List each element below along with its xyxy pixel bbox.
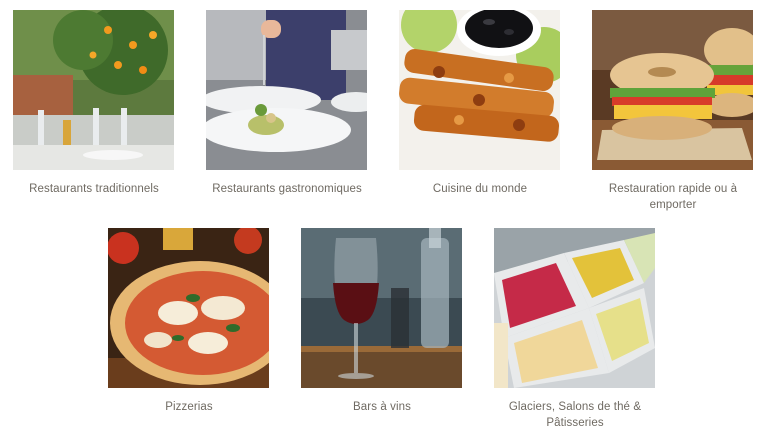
chef-plating-photo[interactable] [206, 10, 367, 170]
category-label[interactable]: Restauration rapide ou à emporter [586, 181, 760, 213]
category-label[interactable]: Restaurants traditionnels [7, 181, 181, 197]
category-label[interactable]: Cuisine du monde [393, 181, 567, 197]
grilled-chicken-skewers-photo[interactable] [399, 10, 560, 170]
category-label[interactable]: Pizzerias [102, 399, 276, 415]
restaurant-terrace-photo[interactable] [13, 10, 174, 170]
red-wine-glass-photo[interactable] [301, 228, 462, 388]
bagel-sandwich-photo[interactable] [592, 10, 753, 170]
pizza-photo[interactable] [108, 228, 269, 388]
ice-cream-display-photo[interactable] [494, 228, 655, 388]
category-label[interactable]: Glaciers, Salons de thé & Pâtisseries [488, 399, 662, 431]
category-label[interactable]: Bars à vins [295, 399, 469, 415]
category-label[interactable]: Restaurants gastronomiques [200, 181, 374, 197]
